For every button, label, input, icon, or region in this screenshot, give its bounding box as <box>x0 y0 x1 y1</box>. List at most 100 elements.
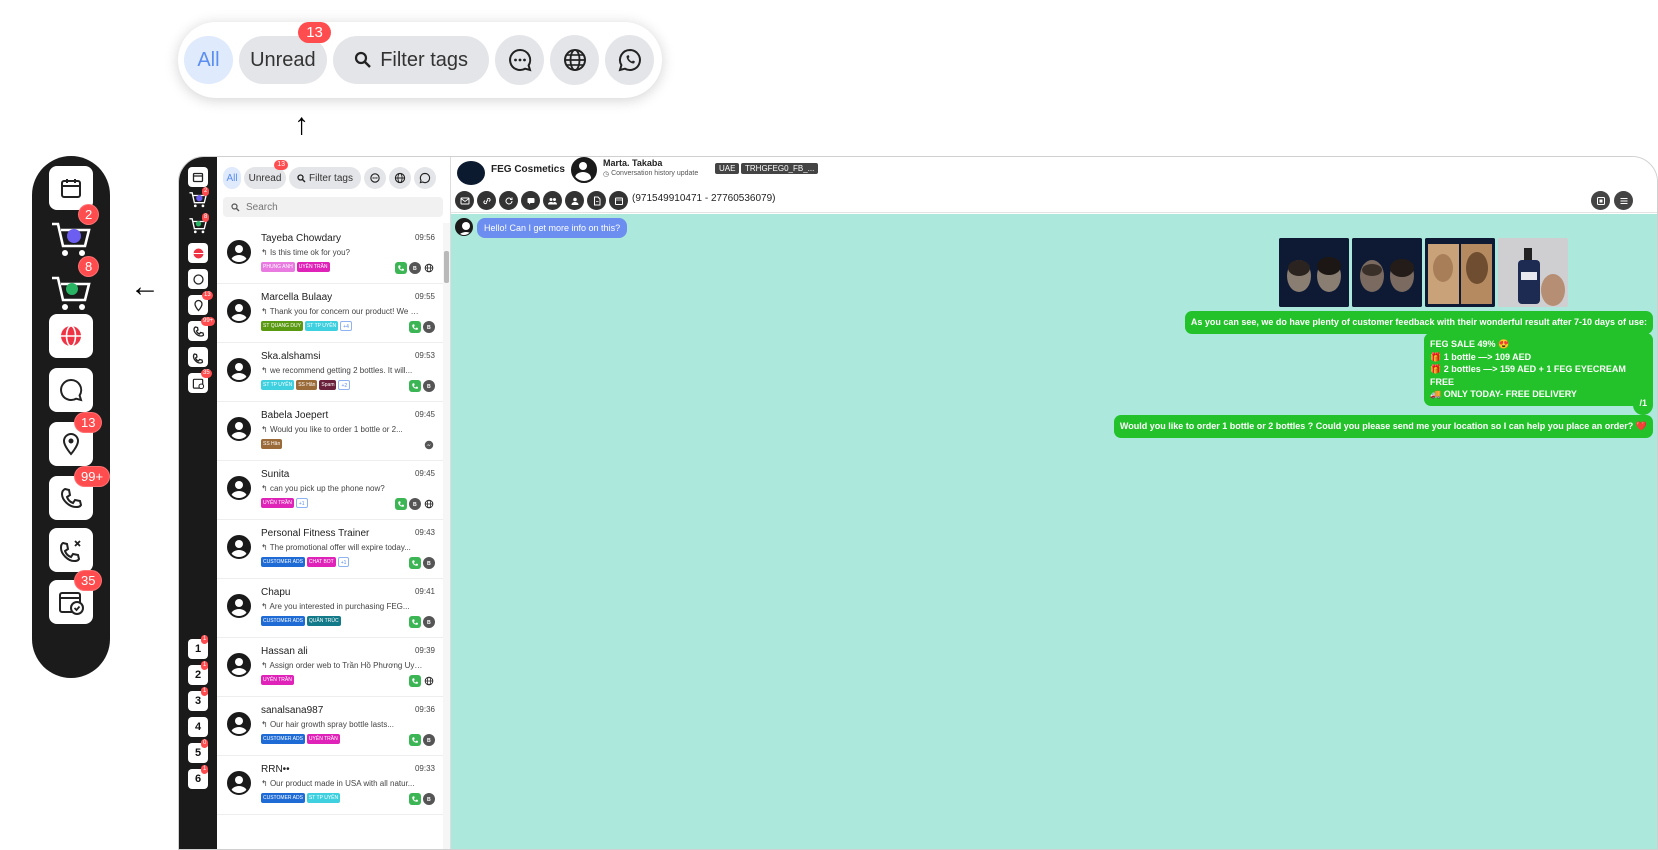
tool-refresh-button[interactable] <box>499 191 518 210</box>
conversation-name: Chapu <box>261 587 291 598</box>
b-channel-icon: B <box>409 498 421 510</box>
filter-tags-button[interactable]: Filter tags <box>289 167 361 189</box>
sale-line: 🚚 ONLY TODAY- FREE DELIVERY <box>1430 389 1577 399</box>
rail-web-button[interactable] <box>188 243 208 263</box>
whatsapp-icon <box>419 172 431 184</box>
conversation-list-panel: All Unread 13 Filter tags Tayeba Ch <box>217 157 451 849</box>
filter-chat-button[interactable] <box>364 167 386 189</box>
app-window: 2 8 13 99+ 35 1 1 2 1 3 1 4 5 0 6 1 All … <box>178 156 1658 850</box>
filter-all-button[interactable]: All <box>223 167 241 189</box>
zoom-missed-call-button[interactable] <box>49 528 93 572</box>
history-label: Conversation history update <box>611 170 699 177</box>
tool-message-button[interactable] <box>521 191 540 210</box>
chat-toolbar: (971549910471 - 27760536079) <box>451 187 1657 213</box>
filter-all-button[interactable]: All <box>184 36 233 84</box>
filter-chat-button[interactable] <box>495 35 545 85</box>
list-scrollbar[interactable] <box>443 223 450 849</box>
conversation-tag: UYÊN TRẦN <box>261 675 294 685</box>
document-icon <box>593 196 600 205</box>
conversation-item[interactable]: RRN•• 09:33 ↰ Our product made in USA with… <box>217 756 443 815</box>
globe-icon <box>563 49 586 71</box>
outgoing-message-question: Would you like to order 1 bottle or 2 bo… <box>1113 415 1653 438</box>
sale-line: 🎁 2 bottles —> 159 AED + 1 FEG EYECREAM … <box>1430 364 1626 387</box>
queue-button-4[interactable]: 4 <box>188 717 208 737</box>
rail-calendar-button[interactable] <box>188 167 208 187</box>
conversation-tags: CUSTOMER ADS ST TP UYÊN <box>261 793 341 803</box>
conversation-item[interactable]: Babela Joepert 09:45 ↰ Would you like to o… <box>217 402 443 461</box>
tool-group-button[interactable] <box>543 191 562 210</box>
filter-whatsapp-button[interactable] <box>414 167 436 189</box>
chat-panel: FEG Cosmetics Marta. Takaba ◷ Conversati… <box>451 157 1657 849</box>
feedback-photo-1[interactable] <box>1279 238 1349 307</box>
reply-icon: ↰ <box>261 779 270 788</box>
conversation-tag: UYÊN TRẦN <box>306 734 340 744</box>
b-channel-icon: B <box>423 380 435 392</box>
tool-calendar-button[interactable] <box>609 191 628 210</box>
search-input[interactable] <box>246 201 426 213</box>
history-update[interactable]: ◷ Conversation history update <box>603 170 698 178</box>
filter-whatsapp-button[interactable] <box>605 35 654 85</box>
sale-line: FEG SALE 49% 😍 <box>1430 339 1510 349</box>
avatar <box>227 771 251 795</box>
svg-text:B: B <box>427 561 431 567</box>
filter-web-button[interactable] <box>550 35 600 85</box>
queue-badge-3: 1 <box>201 687 209 696</box>
conversation-tag: +1 <box>295 498 308 508</box>
conversation-channel-icons: B <box>395 262 435 274</box>
conversation-item[interactable]: Hassan ali 09:39 ↰ Assign order web to Trầ… <box>217 638 443 697</box>
filter-unread-button[interactable]: Unread 13 <box>244 160 288 189</box>
contact-avatar[interactable] <box>571 157 597 183</box>
sale-line: 🎁 1 bottle —> 109 AED <box>1430 351 1532 362</box>
list-scrollbar-thumb[interactable] <box>444 251 449 283</box>
tool-menu-button[interactable] <box>1614 191 1633 210</box>
tool-mail-button[interactable] <box>455 191 474 210</box>
conversation-name: Ska.alshamsi <box>261 351 321 362</box>
conversation-item[interactable]: Sunita 09:45 ↰ can you pick up the phone n… <box>217 461 443 520</box>
rail-phone-badge: 99+ <box>201 317 216 326</box>
conversation-item[interactable]: Chapu 09:41 ↰ Are you interested in purcha… <box>217 579 443 638</box>
reply-icon: ↰ <box>261 543 270 552</box>
filter-web-button[interactable] <box>389 167 411 189</box>
zoom-chat-button[interactable] <box>49 368 93 412</box>
schedule-badge: 35 <box>74 570 103 591</box>
tool-panel-button[interactable] <box>1591 191 1610 210</box>
conversation-item[interactable]: Ska.alshamsi 09:53 ↰ we recommend getting … <box>217 343 443 402</box>
phone-channel-icon <box>409 616 421 628</box>
avatar <box>227 299 251 323</box>
tool-user-button[interactable] <box>565 191 584 210</box>
filter-tags-button[interactable]: Filter tags <box>332 36 490 84</box>
zoom-cart-green-button[interactable] <box>50 274 92 319</box>
phone-icon <box>192 325 204 337</box>
feedback-photo-2[interactable] <box>1352 238 1422 307</box>
conversation-preview-text: Would you like to order 1 bottle or 2... <box>269 425 403 434</box>
product-photo[interactable] <box>1498 238 1568 307</box>
phone-badge: 99+ <box>74 466 111 487</box>
group-icon <box>548 197 557 204</box>
hair-result-image <box>1279 238 1349 307</box>
conversation-item[interactable]: sanalsana987 09:36 ↰ Our hair growth spray… <box>217 697 443 756</box>
filter-unread-button[interactable]: Unread 13 <box>238 22 331 84</box>
rail-missed-call-button[interactable] <box>188 347 208 367</box>
missed-call-icon <box>59 540 81 563</box>
avatar <box>227 240 251 264</box>
conversation-name: Hassan ali <box>261 646 308 657</box>
avatar <box>227 653 251 677</box>
b-channel-icon: B <box>423 557 435 569</box>
outgoing-message-sale: FEG SALE 49% 😍 🎁 1 bottle —> 109 AED 🎁 2… <box>1424 333 1653 406</box>
rail-chat-button[interactable] <box>188 269 208 289</box>
contact-name[interactable]: Marta. Takaba <box>603 158 662 168</box>
feedback-photo-3[interactable] <box>1425 238 1495 307</box>
tool-document-button[interactable] <box>587 191 606 210</box>
zoomed-sidebar-rail: 2 8 13 99+ 35 <box>32 156 111 678</box>
rail-location-badge: 13 <box>202 291 213 300</box>
conversation-item[interactable]: Personal Fitness Trainer 09:43 ↰ The promo… <box>217 520 443 579</box>
tool-link-button[interactable] <box>477 191 496 210</box>
conversation-preview-text: Our product made in USA with all natur..… <box>269 779 415 788</box>
conversation-item[interactable]: Marcella Bulaay 09:55 ↰ Thank you for conc… <box>217 284 443 343</box>
conversation-channel-icons: B <box>409 616 435 628</box>
chat-header: FEG Cosmetics Marta. Takaba ◷ Conversati… <box>451 157 1657 187</box>
svg-text:B: B <box>427 797 431 803</box>
conversation-item[interactable]: Tayeba Chowdary 09:56 ↰ Is this time ok fo… <box>217 225 443 284</box>
zoom-web-button[interactable] <box>49 314 93 358</box>
filter-tags-label: Filter tags <box>309 172 353 184</box>
